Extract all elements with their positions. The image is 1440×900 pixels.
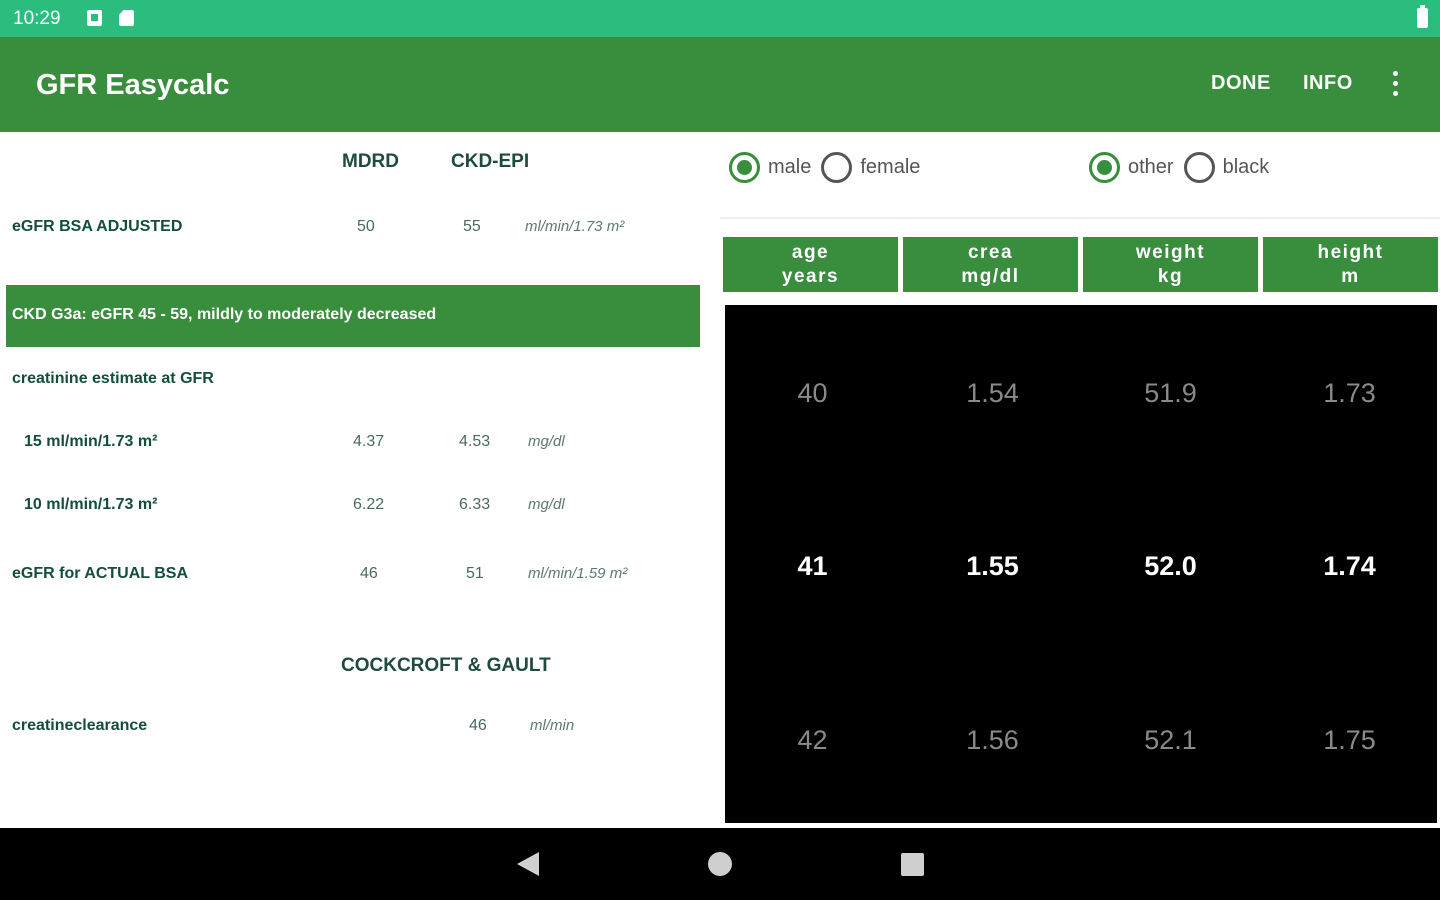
crea-10-ckdepi: 6.33 [459, 496, 491, 513]
age-next-value[interactable]: 42 [725, 725, 900, 756]
crea-15-ckdepi: 4.53 [459, 433, 491, 450]
app-title: GFR Easycalc [36, 69, 230, 101]
age-picker[interactable]: 40 41 42 [725, 305, 900, 823]
radio-other-label: other [1128, 156, 1174, 178]
navigation-bar [0, 828, 1440, 900]
weight-next-value[interactable]: 52.1 [1083, 725, 1258, 756]
radio-checked-icon [729, 152, 760, 183]
status-bar: 10:29 [0, 0, 1440, 37]
height-selected-value[interactable]: 1.74 [1262, 551, 1437, 582]
egfr-bsa-mdrd: 50 [357, 218, 375, 235]
height-prev-value[interactable]: 1.73 [1262, 378, 1437, 409]
clearance-unit: ml/min [530, 717, 575, 734]
egfr-actual-label: eGFR for ACTUAL BSA [12, 565, 188, 582]
egfr-actual-mdrd: 46 [360, 565, 378, 582]
radio-female[interactable]: female [821, 152, 920, 183]
weight-selected-value[interactable]: 52.0 [1083, 551, 1258, 582]
status-time: 10:29 [13, 8, 61, 29]
height-column-header[interactable]: height m [1263, 237, 1438, 292]
crea-column-header[interactable]: crea mg/dl [903, 237, 1078, 292]
crea-next-value[interactable]: 1.56 [905, 725, 1080, 756]
weight-header-line2: kg [1157, 266, 1184, 287]
sd-card-icon [119, 10, 134, 26]
weight-picker[interactable]: 51.9 52.0 52.1 [1083, 305, 1258, 823]
crea-10-label: 10 ml/min/1.73 m² [24, 496, 158, 513]
results-panel: MDRD CKD-EPI eGFR BSA ADJUSTED 50 55 ml/… [0, 132, 710, 828]
radio-black-label: black [1222, 156, 1270, 178]
height-next-value[interactable]: 1.75 [1262, 725, 1437, 756]
radio-female-label: female [860, 156, 921, 178]
battery-icon [1417, 5, 1428, 28]
radio-male-label: male [768, 156, 812, 178]
home-icon[interactable] [708, 852, 732, 876]
age-prev-value[interactable]: 40 [725, 378, 900, 409]
age-header-line2: years [781, 266, 840, 287]
weight-prev-value[interactable]: 51.9 [1083, 378, 1258, 409]
crea-selected-value[interactable]: 1.55 [905, 551, 1080, 582]
recents-icon[interactable] [901, 853, 924, 876]
cockcroft-gault-title: COCKCROFT & GAULT [341, 655, 551, 676]
radio-male[interactable]: male [729, 152, 811, 183]
more-vert-icon[interactable] [1386, 70, 1404, 98]
ckdepi-column-header: CKD-EPI [451, 151, 530, 172]
weight-column-header[interactable]: weight kg [1083, 237, 1258, 292]
info-button[interactable]: INFO [1303, 72, 1353, 95]
egfr-bsa-label: eGFR BSA ADJUSTED [12, 218, 183, 235]
crea-header-line2: mg/dl [961, 266, 1020, 287]
done-button[interactable]: DONE [1211, 72, 1271, 95]
back-icon[interactable] [517, 852, 539, 876]
radio-other[interactable]: other [1089, 152, 1174, 183]
crea-header-line1: crea [967, 242, 1014, 263]
crea-picker[interactable]: 1.54 1.55 1.56 [905, 305, 1080, 823]
crea-15-label: 15 ml/min/1.73 m² [24, 433, 158, 450]
clearance-label: creatineclearance [12, 717, 148, 734]
app-bar: GFR Easycalc DONE INFO [0, 37, 1440, 132]
height-picker[interactable]: 1.73 1.74 1.75 [1262, 305, 1437, 823]
mdrd-column-header: MDRD [342, 151, 399, 172]
age-column-header[interactable]: age years [723, 237, 898, 292]
ethnicity-radio-group: other black [1089, 152, 1279, 183]
egfr-bsa-unit: ml/min/1.73 m² [525, 218, 625, 235]
image-icon [87, 10, 102, 26]
weight-header-line1: weight [1135, 242, 1206, 263]
radio-unchecked-icon [821, 152, 853, 183]
crea-10-unit: mg/dl [528, 496, 565, 513]
crea-15-unit: mg/dl [528, 433, 565, 450]
value-picker: 40 41 42 1.54 1.55 1.56 51.9 52.0 52.1 1… [725, 305, 1437, 823]
radio-unchecked-icon [1183, 152, 1215, 183]
input-panel: male female other black age years crea m… [720, 132, 1440, 828]
crea-10-mdrd: 6.22 [353, 496, 385, 513]
crea-prev-value[interactable]: 1.54 [905, 378, 1080, 409]
ckd-stage-text: CKD G3a: eGFR 45 - 59, mildly to moderat… [12, 306, 437, 323]
divider [720, 217, 1440, 219]
crea-15-mdrd: 4.37 [353, 433, 385, 450]
age-selected-value[interactable]: 41 [725, 551, 900, 582]
age-header-line1: age [791, 242, 830, 263]
height-header-line1: height [1317, 242, 1384, 263]
height-header-line2: m [1341, 266, 1360, 287]
ckd-stage-banner: CKD G3a: eGFR 45 - 59, mildly to moderat… [6, 285, 700, 347]
creatinine-estimate-label: creatinine estimate at GFR [12, 370, 214, 387]
egfr-actual-ckdepi: 51 [466, 565, 484, 582]
clearance-value: 46 [469, 717, 487, 734]
egfr-actual-unit: ml/min/1.59 m² [528, 565, 628, 582]
radio-black[interactable]: black [1183, 152, 1270, 183]
sex-radio-group: male female [729, 152, 930, 183]
egfr-bsa-ckdepi: 55 [463, 218, 481, 235]
radio-checked-icon [1089, 152, 1120, 183]
